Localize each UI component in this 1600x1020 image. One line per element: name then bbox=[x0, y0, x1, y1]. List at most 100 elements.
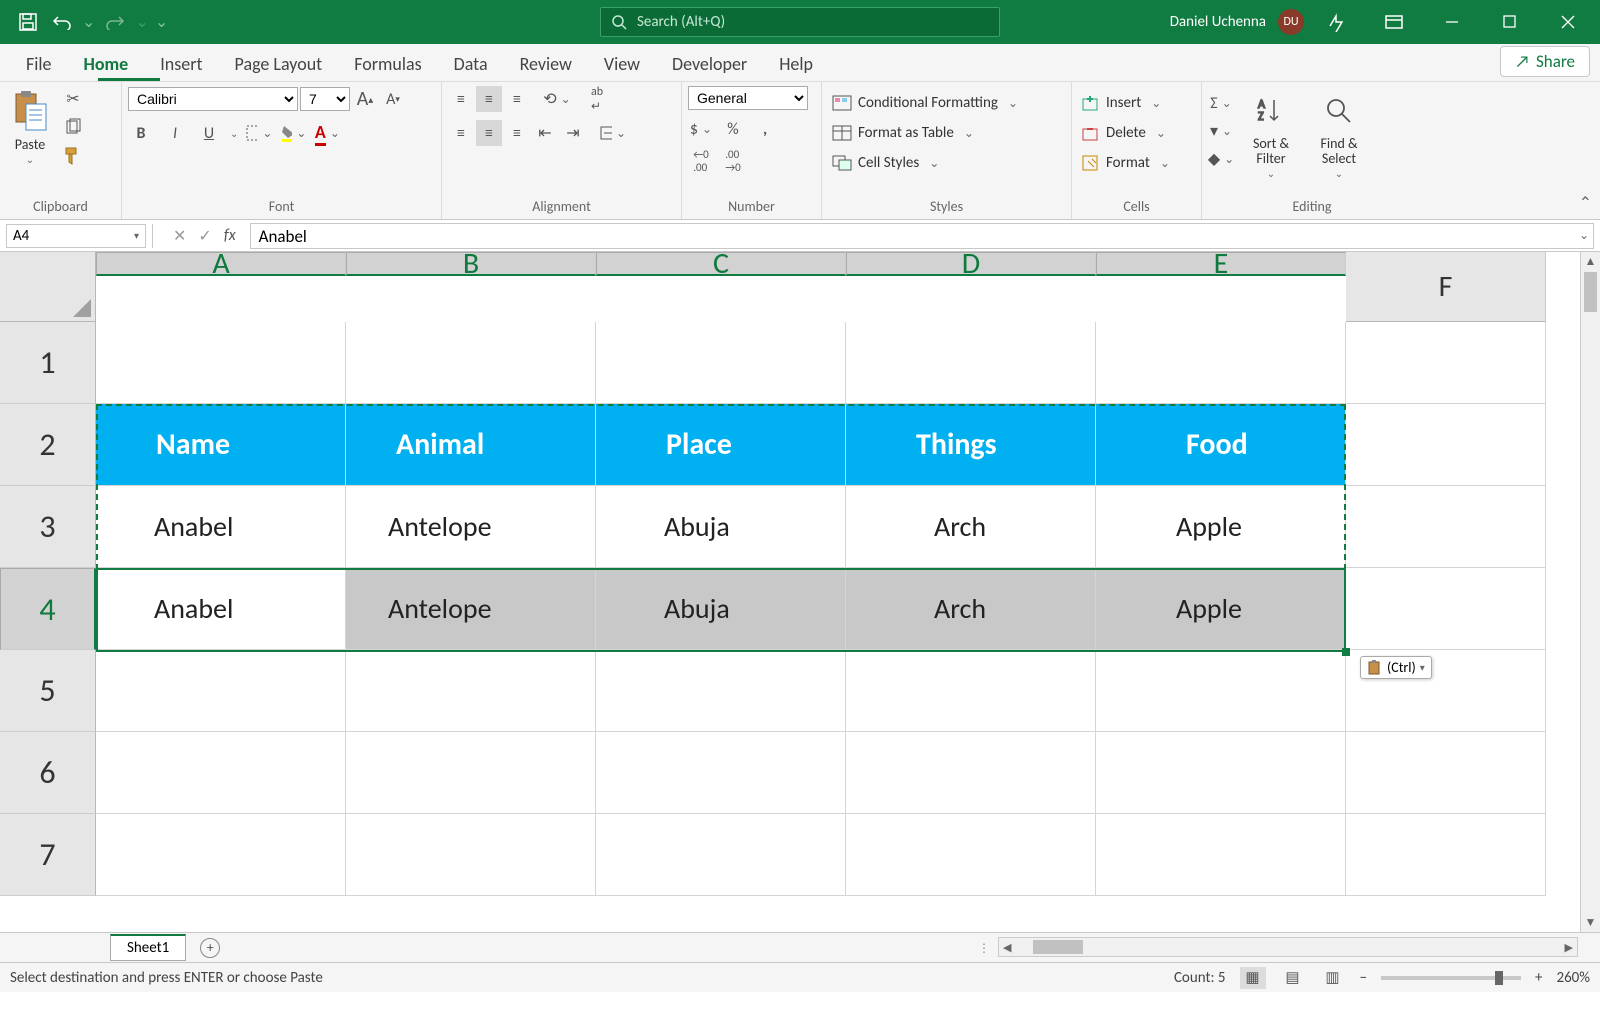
delete-cells-button[interactable]: Delete bbox=[1078, 120, 1170, 146]
name-box[interactable]: A4▾ bbox=[6, 224, 146, 248]
decrease-indent-icon[interactable]: ⇤ bbox=[532, 120, 558, 146]
cell-c1[interactable] bbox=[596, 322, 846, 404]
row-header-1[interactable]: 1 bbox=[0, 322, 96, 404]
conditional-formatting-button[interactable]: Conditional Formatting bbox=[828, 90, 1022, 116]
formula-input[interactable]: Anabel⌄ bbox=[250, 223, 1594, 249]
cell-f3[interactable] bbox=[1346, 486, 1546, 568]
horizontal-scrollbar[interactable]: ◀ ▶ bbox=[998, 937, 1578, 957]
decrease-decimal-icon[interactable]: .00→0 bbox=[720, 148, 746, 174]
tab-review[interactable]: Review bbox=[504, 47, 588, 81]
cell-e6[interactable] bbox=[1096, 732, 1346, 814]
tab-help[interactable]: Help bbox=[763, 47, 829, 81]
increase-indent-icon[interactable]: ⇥ bbox=[560, 120, 586, 146]
comma-format-icon[interactable]: , bbox=[752, 116, 778, 142]
row-header-5[interactable]: 5 bbox=[0, 650, 96, 732]
orientation-icon[interactable]: ⟲ bbox=[544, 86, 570, 112]
col-header-a[interactable]: A bbox=[96, 252, 346, 276]
zoom-thumb[interactable] bbox=[1495, 971, 1503, 985]
paste-button[interactable]: Paste ⌄ bbox=[6, 86, 54, 182]
cell-a5[interactable] bbox=[96, 650, 346, 732]
align-center-icon[interactable]: ≡ bbox=[476, 120, 502, 146]
accounting-format-icon[interactable]: $ bbox=[688, 116, 714, 142]
scroll-down-icon[interactable]: ▼ bbox=[1581, 915, 1600, 930]
col-header-d[interactable]: D bbox=[846, 252, 1096, 276]
cell-a2[interactable]: Name bbox=[96, 404, 346, 486]
fill-color-button[interactable] bbox=[280, 120, 306, 146]
align-top-icon[interactable]: ≡ bbox=[448, 86, 474, 112]
tab-formulas[interactable]: Formulas bbox=[338, 47, 437, 81]
cell-b6[interactable] bbox=[346, 732, 596, 814]
row-header-6[interactable]: 6 bbox=[0, 732, 96, 814]
cell-a1[interactable] bbox=[96, 322, 346, 404]
cell-b1[interactable] bbox=[346, 322, 596, 404]
cell-b7[interactable] bbox=[346, 814, 596, 896]
col-header-c[interactable]: C bbox=[596, 252, 846, 276]
share-button[interactable]: ↗Share bbox=[1500, 46, 1590, 77]
cell-b4[interactable]: Antelope bbox=[346, 568, 596, 650]
zoom-in-icon[interactable]: + bbox=[1535, 969, 1542, 987]
redo-icon[interactable] bbox=[99, 6, 131, 38]
cell-f2[interactable] bbox=[1346, 404, 1546, 486]
insert-cells-button[interactable]: Insert bbox=[1078, 90, 1165, 116]
enter-formula-icon[interactable]: ✓ bbox=[198, 226, 211, 246]
tab-page-layout[interactable]: Page Layout bbox=[219, 47, 339, 81]
cell-e5[interactable] bbox=[1096, 650, 1346, 732]
cell-a3[interactable]: Anabel bbox=[96, 486, 346, 568]
tab-data[interactable]: Data bbox=[438, 47, 504, 81]
tab-file[interactable]: File bbox=[10, 47, 68, 81]
cell-d6[interactable] bbox=[846, 732, 1096, 814]
cell-e4[interactable]: Apple bbox=[1096, 568, 1346, 650]
cell-d2[interactable]: Things bbox=[846, 404, 1096, 486]
paste-options-button[interactable]: (Ctrl) ▾ bbox=[1360, 656, 1432, 679]
cell-d3[interactable]: Arch bbox=[846, 486, 1096, 568]
find-select-button[interactable]: Find & Select⌄ bbox=[1308, 86, 1370, 182]
cell-e2[interactable]: Food bbox=[1096, 404, 1346, 486]
align-right-icon[interactable]: ≡ bbox=[504, 120, 530, 146]
italic-button[interactable]: I bbox=[162, 120, 188, 146]
align-left-icon[interactable]: ≡ bbox=[448, 120, 474, 146]
col-header-f[interactable]: F bbox=[1346, 252, 1546, 322]
align-bottom-icon[interactable]: ≡ bbox=[504, 86, 530, 112]
font-size-select[interactable]: 7 bbox=[300, 87, 350, 111]
new-sheet-button[interactable]: + bbox=[200, 938, 220, 958]
zoom-slider[interactable] bbox=[1381, 976, 1521, 980]
close-button[interactable] bbox=[1542, 0, 1594, 44]
col-header-b[interactable]: B bbox=[346, 252, 596, 276]
number-format-select[interactable]: General bbox=[688, 86, 808, 110]
format-as-table-button[interactable]: Format as Table bbox=[828, 120, 978, 146]
format-painter-icon[interactable] bbox=[60, 142, 86, 168]
tab-home[interactable]: Home bbox=[68, 47, 145, 81]
search-box[interactable]: Search (Alt+Q) bbox=[600, 7, 1000, 37]
align-middle-icon[interactable]: ≡ bbox=[476, 86, 502, 112]
borders-button[interactable] bbox=[246, 120, 272, 146]
tab-insert[interactable]: Insert bbox=[144, 47, 218, 81]
cancel-formula-icon[interactable]: ✕ bbox=[173, 226, 186, 246]
vertical-scrollbar[interactable]: ▲ ▼ bbox=[1580, 252, 1600, 932]
row-header-7[interactable]: 7 bbox=[0, 814, 96, 896]
increase-decimal-icon[interactable]: ←0.00 bbox=[688, 148, 714, 174]
fill-icon[interactable]: ▾ bbox=[1208, 118, 1234, 144]
save-icon[interactable] bbox=[12, 6, 44, 38]
ribbon-display-icon[interactable] bbox=[1368, 0, 1420, 44]
bold-button[interactable]: B bbox=[128, 120, 154, 146]
scroll-right-icon[interactable]: ▶ bbox=[1561, 941, 1577, 954]
cell-b2[interactable]: Animal bbox=[346, 404, 596, 486]
minimize-button[interactable] bbox=[1426, 0, 1478, 44]
zoom-level[interactable]: 260% bbox=[1556, 969, 1590, 987]
cell-c4[interactable]: Abuja bbox=[596, 568, 846, 650]
sort-filter-button[interactable]: AZ Sort & Filter⌄ bbox=[1240, 86, 1302, 182]
cell-c6[interactable] bbox=[596, 732, 846, 814]
fill-handle[interactable] bbox=[1342, 648, 1350, 656]
wrap-text-icon[interactable]: ab↵ bbox=[584, 86, 610, 112]
sheet-tab-sheet1[interactable]: Sheet1 bbox=[110, 934, 186, 961]
avatar[interactable]: DU bbox=[1278, 9, 1304, 35]
scroll-left-icon[interactable]: ◀ bbox=[999, 941, 1015, 954]
collapse-ribbon-icon[interactable]: ⌃ bbox=[1579, 193, 1592, 213]
page-layout-view-icon[interactable]: ▤ bbox=[1280, 967, 1306, 989]
select-all-corner[interactable] bbox=[0, 252, 96, 322]
cell-c5[interactable] bbox=[596, 650, 846, 732]
cell-d7[interactable] bbox=[846, 814, 1096, 896]
cell-d1[interactable] bbox=[846, 322, 1096, 404]
decrease-font-icon[interactable]: A▾ bbox=[380, 86, 406, 112]
copy-icon[interactable] bbox=[60, 114, 86, 140]
